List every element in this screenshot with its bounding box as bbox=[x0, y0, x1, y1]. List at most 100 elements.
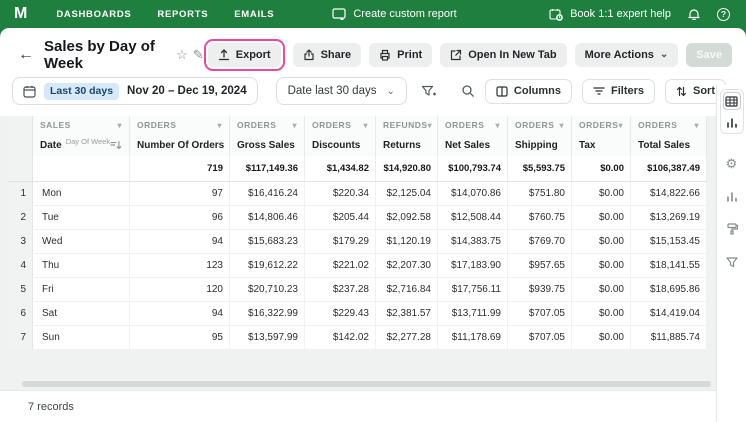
export-highlight-ring: Export bbox=[204, 39, 285, 71]
column-header[interactable]: Shipping bbox=[508, 134, 572, 156]
field-label: Gross Sales bbox=[237, 140, 295, 151]
table-cell: $957.65 bbox=[508, 254, 572, 277]
column-group-header[interactable]: ORDERS▾ bbox=[305, 116, 376, 134]
group-label: ORDERS bbox=[137, 120, 176, 130]
table-cell: Wed bbox=[33, 230, 130, 253]
table-cell: $2,381.57 bbox=[376, 302, 438, 325]
save-button[interactable]: Save bbox=[686, 43, 732, 67]
column-group-header[interactable]: ORDERS▾ bbox=[130, 116, 230, 134]
table-cell: $0.00 bbox=[572, 278, 631, 301]
column-header[interactable]: Gross Sales bbox=[230, 134, 305, 156]
calendar-clock-icon bbox=[549, 8, 563, 21]
row-number-cell: 4 bbox=[8, 254, 33, 277]
back-arrow-button[interactable]: ← bbox=[18, 47, 34, 63]
more-actions-button[interactable]: More Actions ⌄ bbox=[575, 43, 679, 67]
chevron-down-icon: ▾ bbox=[117, 121, 122, 130]
column-header[interactable]: Number Of Orders bbox=[130, 134, 230, 156]
date-range-control[interactable]: Last 30 days Nov 20 – Dec 19, 2024 bbox=[12, 77, 258, 105]
table-cell: $17,183.90 bbox=[438, 254, 508, 277]
row-number-cell bbox=[8, 156, 33, 181]
table-cell: $2,207.30 bbox=[376, 254, 438, 277]
field-label-wrap: Gross Sales bbox=[237, 140, 295, 151]
header-actions: Export Share Print bbox=[204, 39, 732, 71]
table-cell: $707.05 bbox=[508, 326, 572, 349]
column-group-header[interactable]: ORDERS▾ bbox=[631, 116, 707, 134]
horizontal-scrollbar[interactable] bbox=[22, 381, 711, 387]
report-plus-icon bbox=[332, 8, 346, 20]
table-cell: $179.29 bbox=[305, 230, 376, 253]
table-row: 1Mon97$16,416.24$220.34$2,125.04$14,070.… bbox=[8, 182, 707, 206]
column-group-header[interactable]: REFUNDS▾ bbox=[376, 116, 438, 134]
table-view-icon[interactable] bbox=[723, 92, 741, 110]
sort-icon[interactable] bbox=[110, 140, 122, 150]
nav-dashboards[interactable]: DASHBOARDS bbox=[56, 9, 131, 20]
table-row: 5Fri120$20,710.23$237.28$2,716.84$17,756… bbox=[8, 278, 707, 302]
table-cell: $16,416.24 bbox=[230, 182, 305, 205]
export-icon bbox=[218, 49, 230, 61]
column-group-header[interactable]: SALES▾ bbox=[33, 116, 130, 134]
columns-button[interactable]: Columns bbox=[485, 79, 572, 104]
field-label-wrap: Total Sales bbox=[638, 140, 690, 151]
column-header[interactable]: Net Sales bbox=[438, 134, 508, 156]
create-custom-report-button[interactable]: Create custom report bbox=[332, 8, 456, 20]
table-row: 4Thu123$19,612.22$221.02$2,207.30$17,183… bbox=[8, 254, 707, 278]
table-cell: $17,756.11 bbox=[438, 278, 508, 301]
column-header-row: Date Day Of Week Number Of Orders Gross Sal… bbox=[8, 134, 707, 156]
table-cell: 123 bbox=[130, 254, 230, 277]
table-cell: $142.02 bbox=[305, 326, 376, 349]
range-preset-badge: Last 30 days bbox=[44, 83, 119, 100]
table-cell: $751.80 bbox=[508, 182, 572, 205]
column-group-header[interactable]: ORDERS▾ bbox=[230, 116, 305, 134]
field-label: Tax bbox=[579, 140, 596, 151]
table-cell: $229.43 bbox=[305, 302, 376, 325]
bar-chart-icon[interactable] bbox=[723, 187, 741, 205]
help-icon[interactable]: ? bbox=[717, 8, 730, 21]
edit-pencil-icon[interactable]: ✎ bbox=[193, 47, 204, 63]
field-label: Net Sales bbox=[445, 140, 490, 151]
table-cell: $707.05 bbox=[508, 302, 572, 325]
topbar-right: Book 1:1 expert help ? bbox=[549, 8, 730, 21]
summary-cell: $5,593.75 bbox=[508, 156, 572, 181]
nav-emails[interactable]: EMAILS bbox=[234, 9, 274, 20]
column-group-header[interactable]: ORDERS▾ bbox=[572, 116, 631, 134]
table-cell: $15,683.23 bbox=[230, 230, 305, 253]
export-button[interactable]: Export bbox=[208, 43, 281, 67]
field-label-wrap: Net Sales bbox=[445, 140, 490, 151]
field-label: Shipping bbox=[515, 140, 558, 151]
open-in-new-tab-button[interactable]: Open In New Tab bbox=[440, 43, 566, 67]
field-label: Date bbox=[40, 140, 62, 151]
favorite-star-icon[interactable]: ☆ bbox=[176, 47, 188, 63]
notifications-bell-icon[interactable] bbox=[687, 8, 701, 21]
summary-cell: $14,920.80 bbox=[376, 156, 438, 181]
row-number-header bbox=[8, 116, 33, 134]
field-note: Day Of Week bbox=[66, 137, 110, 146]
nav-reports[interactable]: REPORTS bbox=[157, 9, 208, 20]
book-expert-help-button[interactable]: Book 1:1 expert help bbox=[549, 8, 671, 21]
paint-roller-icon[interactable] bbox=[723, 220, 741, 238]
summary-cell: $100,793.74 bbox=[438, 156, 508, 181]
table-cell: $0.00 bbox=[572, 182, 631, 205]
share-icon bbox=[303, 49, 315, 61]
row-number-cell: 2 bbox=[8, 206, 33, 229]
table-cell: Mon bbox=[33, 182, 130, 205]
chart-view-icon[interactable] bbox=[723, 113, 741, 131]
date-filter-dropdown[interactable]: Date last 30 days ⌄ bbox=[276, 77, 407, 105]
search-icon[interactable] bbox=[461, 84, 475, 98]
column-header[interactable]: Returns bbox=[376, 134, 438, 156]
metorik-logo[interactable]: M bbox=[14, 5, 26, 23]
column-header[interactable]: Tax bbox=[572, 134, 631, 156]
print-button[interactable]: Print bbox=[369, 43, 432, 67]
column-header[interactable]: Discounts bbox=[305, 134, 376, 156]
filters-button[interactable]: Filters bbox=[582, 79, 655, 104]
settings-gear-icon[interactable]: ⚙ bbox=[723, 154, 741, 172]
funnel-filter-icon[interactable] bbox=[723, 253, 741, 271]
view-sidebar: ⚙ bbox=[716, 85, 746, 422]
table-cell: 96 bbox=[130, 206, 230, 229]
column-header[interactable]: Date Day Of Week bbox=[33, 134, 130, 156]
column-header[interactable]: Total Sales bbox=[631, 134, 707, 156]
add-filter-icon[interactable] bbox=[421, 85, 436, 98]
column-group-header[interactable]: ORDERS▾ bbox=[508, 116, 572, 134]
column-group-header[interactable]: ORDERS▾ bbox=[438, 116, 508, 134]
share-button[interactable]: Share bbox=[293, 43, 362, 67]
report-table-area: SALES▾ORDERS▾ORDERS▾ORDERS▾REFUNDS▾ORDER… bbox=[0, 116, 716, 390]
